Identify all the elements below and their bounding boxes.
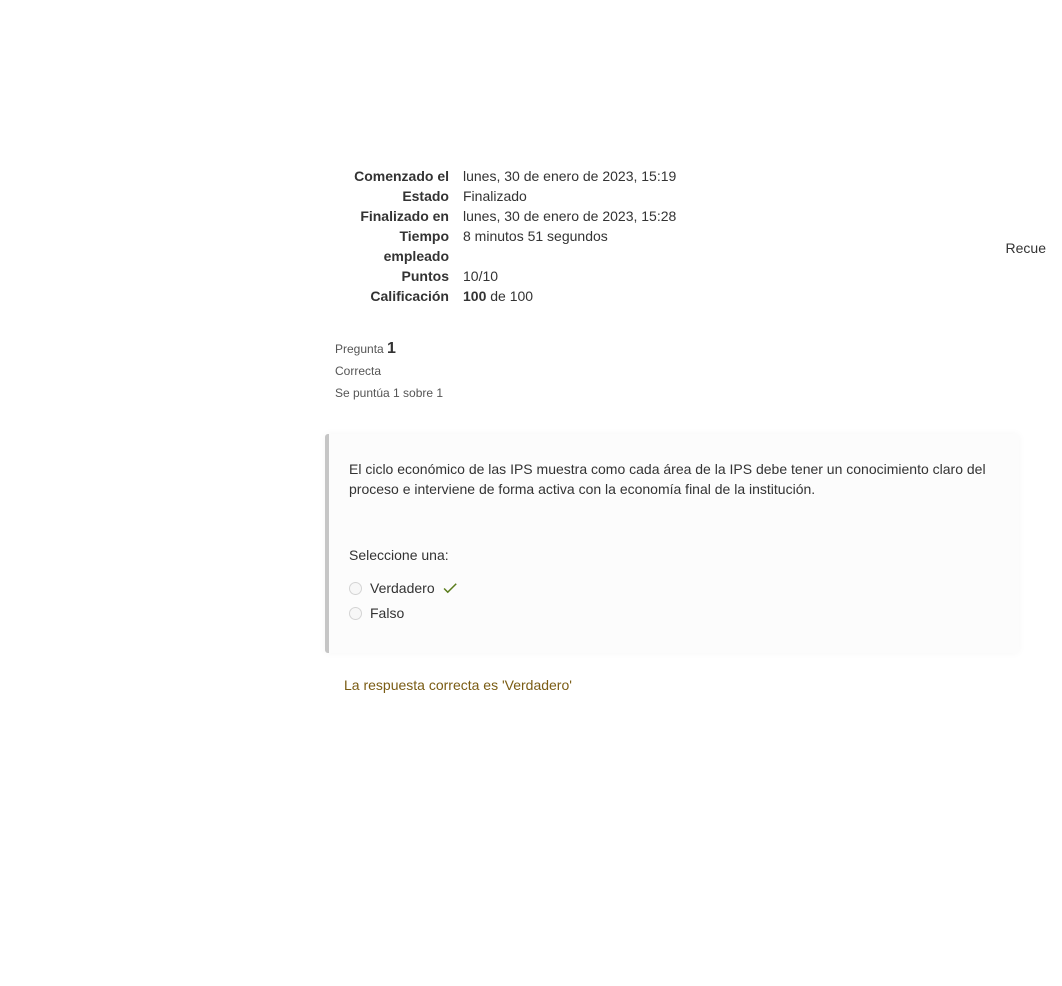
option-label-false: Falso xyxy=(370,605,404,621)
question-number-line: Pregunta 1 xyxy=(335,338,1062,360)
summary-value: 10/10 xyxy=(463,266,1035,286)
summary-row-points: Puntos 10/10 xyxy=(335,266,1035,286)
summary-value: lunes, 30 de enero de 2023, 15:19 xyxy=(463,166,1035,186)
summary-row-grade: Calificación 100 de 100 xyxy=(335,286,1035,306)
quiz-summary: Comenzado el lunes, 30 de enero de 2023,… xyxy=(335,166,1035,306)
option-true[interactable]: Verdadero xyxy=(349,575,999,601)
summary-label: Puntos xyxy=(335,266,463,286)
summary-row-time: Tiempo empleado 8 minutos 51 segundos xyxy=(335,226,1035,266)
option-false[interactable]: Falso xyxy=(349,601,999,625)
question-marks: Se puntúa 1 sobre 1 xyxy=(335,382,1062,404)
grade-suffix: de 100 xyxy=(486,288,533,304)
top-link-cutoff[interactable]: Recue xyxy=(1006,240,1046,256)
grade-value: 100 xyxy=(463,288,486,304)
question-label: Pregunta xyxy=(335,342,387,356)
summary-label: Calificación xyxy=(335,286,463,306)
select-prompt: Seleccione una: xyxy=(349,547,999,563)
summary-label: Finalizado en xyxy=(335,206,463,226)
summary-value: lunes, 30 de enero de 2023, 15:28 xyxy=(463,206,1035,226)
answer-feedback: La respuesta correcta es 'Verdadero' xyxy=(344,677,1062,693)
radio-icon[interactable] xyxy=(349,582,362,595)
summary-value: 8 minutos 51 segundos xyxy=(463,226,1035,266)
summary-label: Comenzado el xyxy=(335,166,463,186)
question-number: 1 xyxy=(387,340,396,357)
summary-value: 100 de 100 xyxy=(463,286,1035,306)
question-status: Correcta xyxy=(335,360,1062,382)
summary-label: Tiempo empleado xyxy=(335,226,463,266)
summary-value: Finalizado xyxy=(463,186,1035,206)
summary-row-state: Estado Finalizado xyxy=(335,186,1035,206)
summary-label: Estado xyxy=(335,186,463,206)
check-icon xyxy=(441,579,459,597)
option-label-true: Verdadero xyxy=(370,580,435,596)
radio-icon[interactable] xyxy=(349,607,362,620)
question-meta: Pregunta 1 Correcta Se puntúa 1 sobre 1 xyxy=(335,338,1062,404)
question-text: El ciclo económico de las IPS muestra co… xyxy=(349,460,999,499)
summary-row-completed: Finalizado en lunes, 30 de enero de 2023… xyxy=(335,206,1035,226)
question-box: El ciclo económico de las IPS muestra co… xyxy=(325,434,1019,653)
summary-row-started: Comenzado el lunes, 30 de enero de 2023,… xyxy=(335,166,1035,186)
